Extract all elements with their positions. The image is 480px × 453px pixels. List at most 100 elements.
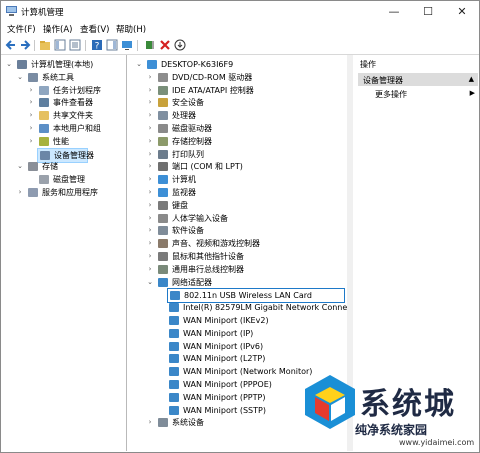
- more-actions-link[interactable]: 更多操作: [375, 89, 407, 100]
- expand-chevron-icon[interactable]: ⌄: [146, 276, 154, 289]
- expand-chevron-icon[interactable]: ›: [146, 250, 154, 263]
- expand-chevron-icon[interactable]: ›: [146, 186, 154, 199]
- tree-item[interactable]: › 键盘: [149, 199, 351, 212]
- expand-chevron-icon[interactable]: ›: [146, 160, 154, 173]
- action-pane-icon[interactable]: [106, 39, 118, 51]
- tree-item[interactable]: WAN Miniport (IKEv2): [167, 314, 351, 327]
- tree-item-label: 事件查看器: [53, 98, 93, 108]
- shared-folder-icon: [39, 111, 49, 121]
- tree-item[interactable]: Intel(R) 82579LM Gigabit Network Connect…: [167, 301, 351, 314]
- tree-item-label: 磁盘管理: [53, 175, 85, 185]
- tree-item[interactable]: ⌄ 存储: [17, 160, 126, 173]
- tree-item[interactable]: › 打印队列: [149, 148, 351, 161]
- expand-chevron-icon[interactable]: ⌄: [16, 160, 24, 173]
- tree-item[interactable]: › 软件设备: [149, 224, 351, 237]
- expand-chevron-icon[interactable]: ›: [27, 135, 35, 148]
- tree-item[interactable]: ⌄ DESKTOP-K63I6F9: [136, 58, 351, 71]
- tree-item[interactable]: › 任务计划程序: [30, 84, 126, 97]
- expand-chevron-icon[interactable]: ›: [146, 148, 154, 161]
- expand-chevron-icon[interactable]: ›: [146, 224, 154, 237]
- expand-chevron-icon[interactable]: ›: [146, 263, 154, 276]
- actions-section-device-manager[interactable]: 设备管理器 ▲: [358, 73, 478, 86]
- minimize-button[interactable]: —: [377, 1, 411, 22]
- tree-item-label: 软件设备: [172, 226, 204, 236]
- menu-action[interactable]: 操作(A): [43, 23, 72, 35]
- show-hide-tree-icon[interactable]: [54, 39, 66, 51]
- back-icon[interactable]: [5, 39, 17, 51]
- menu-help[interactable]: 帮助(H): [116, 23, 146, 35]
- tree-item[interactable]: WAN Miniport (IPv6): [167, 340, 351, 353]
- tree-item[interactable]: ⌄ 系统工具: [17, 71, 126, 84]
- tree-item[interactable]: › IDE ATA/ATAPI 控制器: [149, 84, 351, 97]
- uninstall-icon[interactable]: [159, 39, 171, 51]
- tree-item[interactable]: › 安全设备: [149, 96, 351, 109]
- tree-item-label: 服务和应用程序: [42, 188, 98, 197]
- tree-item-label: WAN Miniport (L2TP): [183, 354, 266, 364]
- expand-chevron-icon[interactable]: ›: [27, 109, 35, 122]
- tree-item[interactable]: › 事件查看器: [30, 96, 126, 109]
- maximize-button[interactable]: ☐: [411, 1, 445, 22]
- expand-chevron-icon[interactable]: ⌄: [16, 71, 24, 84]
- properties-list-icon[interactable]: [69, 39, 81, 51]
- tree-item[interactable]: › DVD/CD-ROM 驱动器: [149, 71, 351, 84]
- tree-item[interactable]: › 本地用户和组: [30, 122, 126, 135]
- update-driver-icon[interactable]: [144, 39, 156, 51]
- tree-item[interactable]: › 存储控制器: [149, 135, 351, 148]
- network-card-icon: [170, 291, 180, 301]
- up-folder-icon[interactable]: [39, 39, 51, 51]
- tree-item[interactable]: › 监视器: [149, 186, 351, 199]
- tree-item-label: 存储控制器: [172, 136, 212, 146]
- expand-chevron-icon[interactable]: ›: [27, 84, 35, 97]
- menu-view[interactable]: 查看(V): [80, 23, 109, 35]
- forward-icon[interactable]: [19, 39, 31, 51]
- scan-hardware-icon[interactable]: [174, 39, 186, 51]
- expand-chevron-icon[interactable]: ⌄: [5, 58, 13, 71]
- expand-chevron-icon[interactable]: ›: [146, 135, 154, 148]
- expand-chevron-icon[interactable]: ›: [146, 173, 154, 186]
- expand-chevron-icon[interactable]: ›: [146, 237, 154, 250]
- tree-item[interactable]: › 处理器: [149, 109, 351, 122]
- collapse-arrow-icon[interactable]: ▲: [469, 75, 474, 83]
- close-button[interactable]: ✕: [445, 1, 479, 22]
- tree-item[interactable]: ⌄ 网络适配器: [147, 276, 351, 289]
- tree-item[interactable]: › 声音、视频和游戏控制器: [149, 237, 351, 250]
- tree-item[interactable]: › 共享文件夹: [30, 109, 126, 122]
- expand-chevron-icon[interactable]: ›: [27, 122, 35, 135]
- expand-chevron-icon[interactable]: ›: [146, 96, 154, 109]
- tree-item[interactable]: › 服务和应用程序: [19, 186, 126, 199]
- tree-item[interactable]: WAN Miniport (L2TP): [167, 352, 351, 365]
- submenu-arrow-icon[interactable]: ▶: [470, 89, 475, 97]
- menu-file[interactable]: 文件(F): [7, 23, 36, 35]
- tree-item[interactable]: WAN Miniport (IP): [167, 327, 351, 340]
- tree-item[interactable]: 磁盘管理: [37, 173, 126, 186]
- usb-controller-icon: [158, 264, 168, 274]
- tree-item[interactable]: › 鼠标和其他指针设备: [149, 250, 351, 263]
- expand-chevron-icon[interactable]: ›: [146, 122, 154, 135]
- print-queue-icon: [158, 149, 168, 159]
- network-card-icon: [169, 380, 179, 389]
- network-card-icon: [169, 392, 179, 402]
- expand-chevron-icon[interactable]: ⌄: [135, 58, 143, 71]
- software-device-icon: [158, 226, 168, 236]
- expand-chevron-icon[interactable]: ›: [146, 84, 154, 97]
- expand-chevron-icon[interactable]: ›: [27, 96, 35, 109]
- tree-item[interactable]: › 通用串行总线控制器: [149, 263, 351, 276]
- disk-management-icon: [39, 175, 49, 185]
- expand-chevron-icon[interactable]: ›: [146, 71, 154, 84]
- tree-item-label: DESKTOP-K63I6F9: [161, 60, 234, 69]
- expand-chevron-icon[interactable]: ›: [146, 109, 154, 122]
- tree-item[interactable]: › 磁盘驱动器: [149, 122, 351, 135]
- tree-item[interactable]: › 端口 (COM 和 LPT): [149, 160, 351, 173]
- expand-chevron-icon[interactable]: ›: [146, 416, 154, 429]
- help-icon[interactable]: ?: [91, 39, 103, 51]
- tree-item[interactable]: ⌄ 计算机管理(本地): [6, 58, 126, 71]
- tree-item[interactable]: › 性能: [30, 135, 126, 148]
- expand-chevron-icon[interactable]: ›: [146, 212, 154, 225]
- monitor-icon[interactable]: [121, 39, 133, 51]
- tree-item[interactable]: › 计算机: [149, 173, 351, 186]
- tree-item[interactable]: › 人体学输入设备: [149, 212, 351, 225]
- expand-chevron-icon[interactable]: ›: [16, 186, 24, 199]
- expand-chevron-icon[interactable]: ›: [146, 199, 154, 212]
